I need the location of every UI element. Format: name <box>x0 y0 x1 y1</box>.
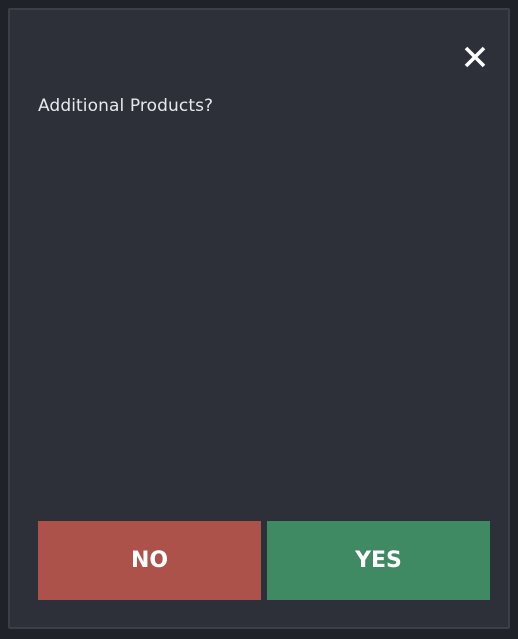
close-button[interactable] <box>460 42 490 72</box>
dialog-actions: NO YES <box>38 521 490 600</box>
dialog-title: Additional Products? <box>38 96 214 116</box>
yes-button[interactable]: YES <box>267 521 490 600</box>
additional-products-dialog: Additional Products? NO YES <box>8 8 510 629</box>
close-icon <box>464 46 486 68</box>
no-button[interactable]: NO <box>38 521 261 600</box>
